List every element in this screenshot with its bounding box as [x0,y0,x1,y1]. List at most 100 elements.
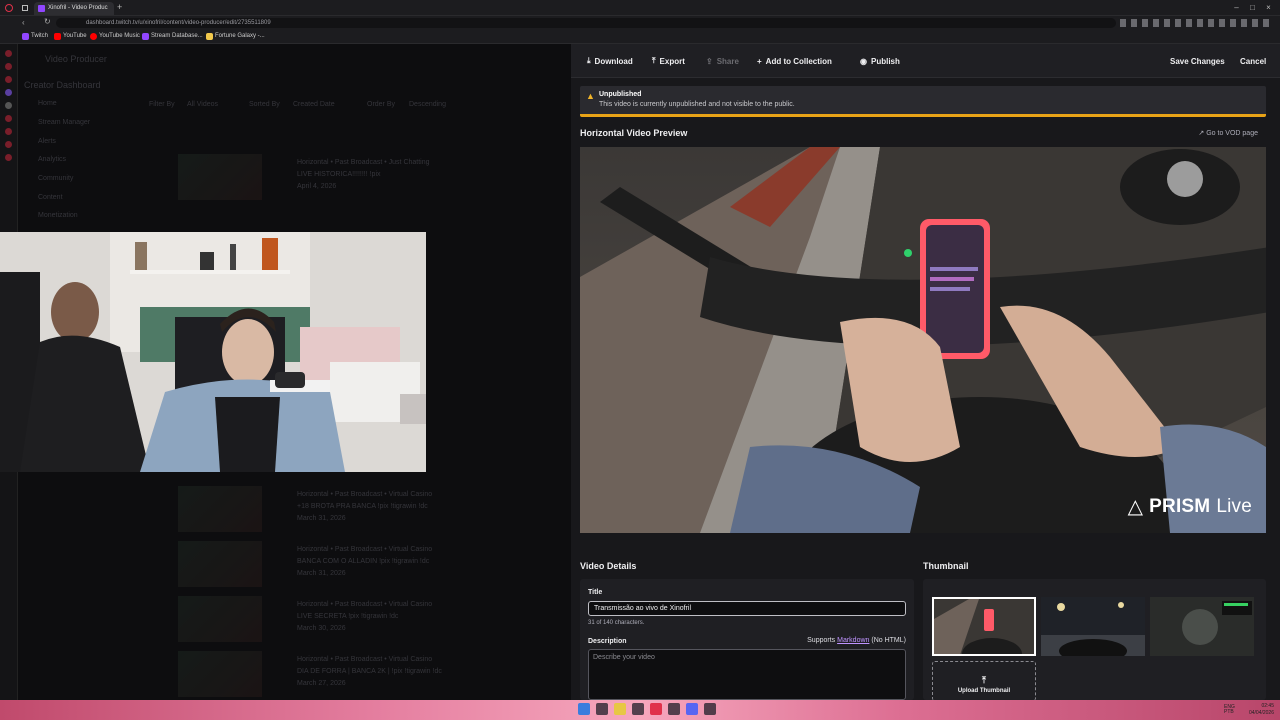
app-icon[interactable] [5,154,12,161]
nav-analytics[interactable]: Analytics [38,156,66,163]
video-thumbnail [178,154,262,200]
tab-list-icon[interactable] [22,5,28,11]
bookmark-twitch[interactable]: Twitch [22,33,48,40]
title-label: Title [588,589,603,596]
app-icon[interactable] [5,76,12,83]
publish-button[interactable]: ◉ Publish [855,53,905,69]
prism-logo-icon: △ [1127,496,1144,518]
youtube-music-icon [90,33,97,40]
url-input[interactable]: dashboard.twitch.tv/u/xinofril/content/v… [56,18,1116,28]
bookmark-fortune-galaxy[interactable]: Fortune Galaxy -... [206,33,265,40]
nav-monetization[interactable]: Monetization [38,212,78,219]
sort-label: Sorted By [249,101,280,108]
thumbnail-option[interactable] [1150,597,1254,656]
table-row[interactable]: Horizontal • Past Broadcast • Just Chatt… [178,154,568,202]
tray-language[interactable]: ENG PTB [1224,705,1238,715]
video-thumbnail [178,486,262,532]
bookmark-youtube-music[interactable]: YouTube Music [90,33,140,40]
bookmark-stream-database[interactable]: Stream Database... [142,33,203,40]
app-icon[interactable] [5,141,12,148]
download-button[interactable]: ⤓ Download [582,53,638,69]
app-icon[interactable] [704,703,716,715]
markdown-link[interactable]: Markdown [837,637,869,644]
row-meta: Horizontal • Past Broadcast • Virtual Ca… [297,546,433,553]
steam-icon[interactable] [668,703,680,715]
windows-start-icon[interactable] [578,703,590,715]
description-label: Description [588,638,627,645]
close-window-icon[interactable]: × [1264,3,1273,12]
row-meta: Horizontal • Past Broadcast • Just Chatt… [297,159,430,166]
x-icon[interactable] [5,102,12,109]
new-tab-icon[interactable]: + [117,2,122,12]
browser-icon[interactable] [650,703,662,715]
app-icon[interactable] [5,89,12,96]
browser-menu-icon[interactable] [5,4,13,12]
order-select[interactable]: Descending [409,101,446,108]
bookmark-youtube[interactable]: YouTube [54,33,87,40]
preview-heading: Horizontal Video Preview [580,128,688,138]
table-row[interactable]: Horizontal • Past Broadcast • Virtual Ca… [178,596,568,644]
save-changes-button[interactable]: Save Changes [1165,53,1230,69]
video-thumbnail [178,651,262,697]
app-icon[interactable] [5,115,12,122]
description-textarea[interactable]: Describe your video [588,649,906,700]
tab-title: Xinofril - Video Produc [48,5,108,11]
upload-icon: ⤒ [982,675,986,685]
table-row[interactable]: Horizontal • Past Broadcast • Virtual Ca… [178,486,568,534]
eye-icon: ◉ [860,56,867,66]
go-to-vod-link[interactable]: ↗ Go to VOD page [1198,129,1258,137]
nav-stream-manager[interactable]: Stream Manager [38,119,90,126]
back-icon[interactable]: ‹ [22,18,25,27]
webcam-scene-image [0,232,426,472]
app-icon[interactable] [5,50,12,57]
tray-time: 02:45 [1261,703,1274,709]
minimize-icon[interactable]: – [1232,3,1241,12]
app-icon[interactable] [5,128,12,135]
app-icon[interactable] [632,703,644,715]
row-title: BANCA COM O ALLADIN !pix !tigrawin !dc [297,558,430,565]
browser-tab[interactable]: Xinofril - Video Produc [34,2,114,15]
app-icon[interactable] [5,63,12,70]
supports-prefix: Supports [807,637,836,644]
filter-select[interactable]: All Videos [187,101,218,108]
title-char-count: 31 of 140 characters. [588,620,645,626]
row-meta: Horizontal • Past Broadcast • Virtual Ca… [297,491,433,498]
nav-alerts[interactable]: Alerts [38,138,56,145]
order-label: Order By [367,101,396,108]
share-button[interactable]: ⇪ Share [701,53,744,69]
system-tray[interactable]: 02:45 04/04/2026 [1249,703,1274,717]
thumbnail-heading: Thumbnail [923,561,969,571]
nav-community[interactable]: Community [38,175,73,182]
row-date: March 27, 2026 [297,680,346,687]
video-preview-player[interactable]: △ PRISM Live [580,147,1266,533]
table-row[interactable]: Horizontal • Past Broadcast • Virtual Ca… [178,541,568,589]
sort-select[interactable]: Created Date [293,101,335,108]
os-taskbar: 02:45 04/04/2026 ENG PTB [0,700,1280,720]
file-explorer-icon[interactable] [596,703,608,715]
thumbnail-option-selected[interactable] [932,597,1036,656]
export-label: Export [659,56,685,66]
row-title: +18 BROTA PRA BANCA !pix !tigrawin !dc [297,503,428,510]
table-row[interactable]: Horizontal • Past Broadcast • Virtual Ca… [178,651,568,699]
nav-content[interactable]: Content [38,194,63,201]
watermark-bold: PRISM [1149,495,1211,517]
reload-icon[interactable]: ↻ [44,17,51,26]
notes-icon[interactable] [614,703,626,715]
go-to-vod-label: Go to VOD page [1206,130,1258,137]
discord-icon[interactable] [686,703,698,715]
thumbnail-card: ⤒ Upload Thumbnail [923,579,1266,701]
add-to-collection-button[interactable]: + Add to Collection [752,53,837,69]
maximize-icon[interactable]: □ [1248,3,1257,12]
dashboard-section-title: Creator Dashboard [24,80,101,90]
share-icon: ⇪ [706,56,713,66]
export-button[interactable]: ⤒ Export [647,53,690,69]
upload-thumbnail-button[interactable]: ⤒ Upload Thumbnail [932,661,1036,701]
thumbnail-option[interactable] [1041,597,1145,656]
video-details-heading: Video Details [580,561,637,571]
nav-home[interactable]: Home [38,100,57,107]
cancel-button[interactable]: Cancel [1235,53,1271,69]
title-input[interactable]: Transmissão ao vivo de Xinofril [588,601,906,616]
publish-label: Publish [870,56,900,66]
fortune-galaxy-icon [206,33,213,40]
twitch-favicon-icon [38,5,45,12]
